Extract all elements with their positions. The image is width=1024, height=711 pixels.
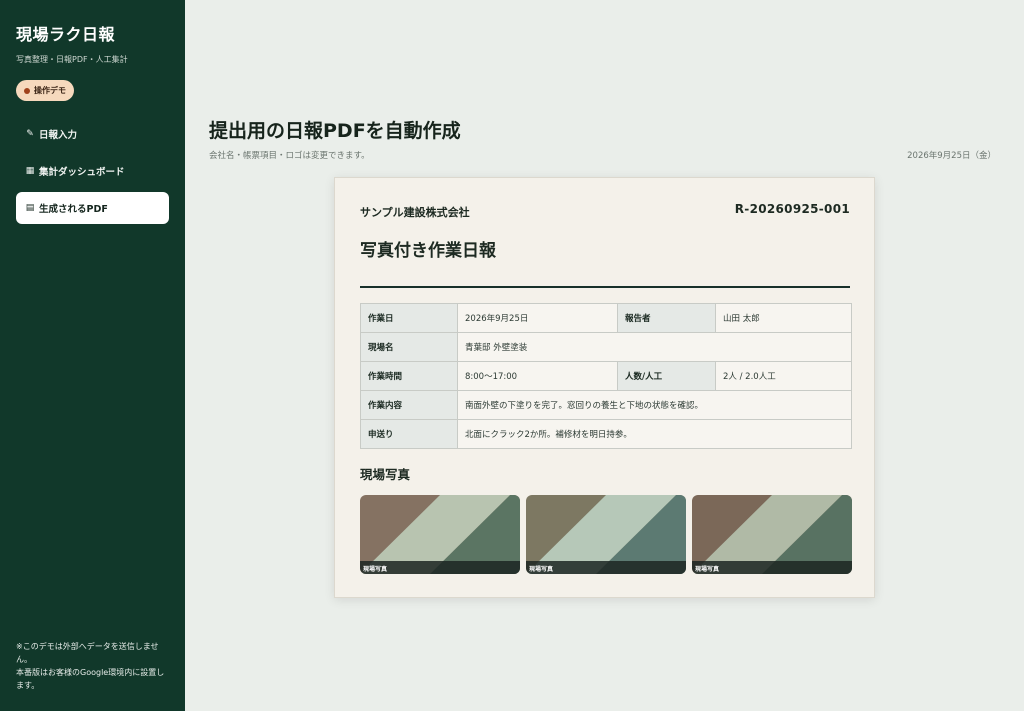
table-row: 現場名 青葉邸 外壁塗装 (360, 332, 852, 362)
work-date-label: 作業日 (360, 303, 458, 333)
work-hours-label: 作業時間 (360, 361, 458, 391)
report-number: R-20260925-001 (734, 202, 850, 216)
handover-label: 申送り (360, 419, 458, 449)
reporter-value: 山田 太郎 (715, 303, 852, 333)
photo-caption: 現場写真 (526, 561, 686, 574)
sidebar-note: ※このデモは外部へデータを送信しません。 本番版はお客様のGoogle環境内に設置… (16, 640, 172, 692)
page-subtitle: 会社名・帳票項目・ロゴは変更できます。 (209, 151, 370, 161)
pencil-icon: ✎ (26, 129, 34, 139)
work-content-value: 南面外壁の下塗りを完了。窓回りの養生と下地の状態を確認。 (457, 390, 852, 420)
photo-caption: 現場写真 (692, 561, 852, 574)
sidebar-item-dashboard[interactable]: ▦ 集計ダッシュボード (16, 155, 169, 187)
report-title: 写真付き作業日報 (360, 241, 496, 261)
sidebar-item-generated-pdf[interactable]: ▤ 生成されるPDF (16, 192, 169, 224)
table-row: 作業内容 南面外壁の下塗りを完了。窓回りの養生と下地の状態を確認。 (360, 390, 852, 420)
photo-gallery: 現場写真 現場写真 現場写真 (360, 495, 852, 574)
site-value: 青葉邸 外壁塗装 (457, 332, 852, 362)
sidebar-note-text: ※このデモは外部へデータを送信しません。 本番版はお客様のGoogle環境内に設置… (16, 642, 165, 690)
main-content: 提出用の日報PDFを自動作成 会社名・帳票項目・ロゴは変更できます。 2026年… (185, 0, 1024, 711)
app-brand: 現場ラク日報 (16, 25, 116, 44)
handover-value: 北面にクラック2か所。補修材を明日持参。 (457, 419, 852, 449)
table-row: 作業日 2026年9月25日 報告者 山田 太郎 (360, 303, 852, 333)
table-row: 申送り 北面にクラック2か所。補修材を明日持参。 (360, 419, 852, 449)
sidebar-item-label: 生成されるPDF (39, 204, 108, 215)
dashboard-icon: ▦ (25, 166, 35, 176)
document-icon: ▤ (25, 203, 35, 213)
table-row: 作業時間 8:00〜17:00 人数/人工 2人 / 2.0人工 (360, 361, 852, 391)
sidebar-item-label: 集計ダッシュボード (39, 167, 125, 178)
photos-heading: 現場写真 (360, 467, 411, 482)
page-date: 2026年9月25日（金） (907, 151, 996, 161)
staff-value: 2人 / 2.0人工 (715, 361, 852, 391)
work-content-label: 作業内容 (360, 390, 458, 420)
site-photo: 現場写真 (692, 495, 852, 574)
app-tagline: 写真整理・日報PDF・人工集計 (16, 55, 128, 64)
sidebar-item-label: 日報入力 (39, 130, 78, 141)
sidebar: 現場ラク日報 写真整理・日報PDF・人工集計 操作デモ ✎ 日報入力 ▦ 集計ダ… (0, 0, 185, 711)
work-date-value: 2026年9月25日 (457, 303, 618, 333)
site-photo: 現場写真 (526, 495, 686, 574)
site-photo: 現場写真 (360, 495, 520, 574)
photo-caption: 現場写真 (360, 561, 520, 574)
report-info-table: 作業日 2026年9月25日 報告者 山田 太郎 現場名 青葉邸 外壁塗装 作業… (360, 303, 852, 449)
status-dot-icon (24, 87, 30, 94)
demo-badge: 操作デモ (16, 80, 74, 101)
sidebar-item-report-input[interactable]: ✎ 日報入力 (16, 118, 169, 150)
divider (360, 286, 850, 288)
company-name: サンプル建設株式会社 (360, 206, 470, 219)
demo-badge-label: 操作デモ (34, 86, 66, 95)
site-label: 現場名 (360, 332, 458, 362)
staff-label: 人数/人工 (617, 361, 716, 391)
pdf-preview: サンプル建設株式会社 R-20260925-001 写真付き作業日報 作業日 2… (334, 177, 875, 598)
reporter-label: 報告者 (617, 303, 716, 333)
page-title: 提出用の日報PDFを自動作成 (209, 120, 461, 142)
sidebar-nav: ✎ 日報入力 ▦ 集計ダッシュボード ▤ 生成されるPDF (16, 118, 169, 224)
work-hours-value: 8:00〜17:00 (457, 361, 618, 391)
